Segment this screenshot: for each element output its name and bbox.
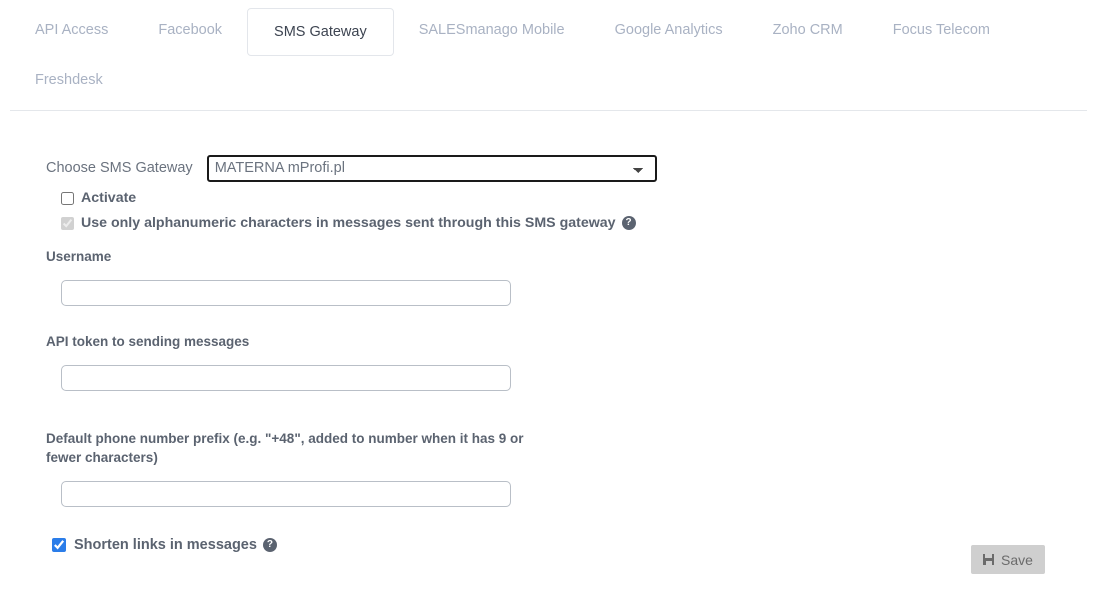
save-button-label: Save <box>1001 551 1033 568</box>
tab-google-analytics[interactable]: Google Analytics <box>590 8 748 52</box>
help-circle-icon[interactable]: ? <box>621 216 636 230</box>
tab-focus-telecom[interactable]: Focus Telecom <box>868 8 1015 52</box>
alphanumeric-checkbox[interactable] <box>61 216 74 230</box>
prefix-field-block: Default phone number prefix (e.g. "+48",… <box>46 429 1097 507</box>
settings-tab-bar: API Access Facebook SMS Gateway SALESman… <box>0 0 1097 104</box>
help-circle-icon[interactable]: ? <box>262 538 277 552</box>
gateway-select[interactable]: MATERNA mProfi.pl <box>206 154 657 182</box>
api-token-label: API token to sending messages <box>46 334 250 349</box>
shorten-links-row[interactable]: Shorten links in messages ? <box>52 537 1097 553</box>
tab-facebook[interactable]: Facebook <box>133 8 247 52</box>
gateway-select-label: Choose SMS Gateway <box>46 160 193 176</box>
activate-checkbox[interactable] <box>61 191 74 205</box>
sms-gateway-form: Choose SMS Gateway MATERNA mProfi.pl Act… <box>0 111 1097 553</box>
activate-label: Activate <box>81 190 137 206</box>
shorten-links-label: Shorten links in messages <box>74 537 257 553</box>
prefix-input[interactable] <box>61 481 511 507</box>
tab-api-access[interactable]: API Access <box>10 8 133 52</box>
save-button[interactable]: Save <box>971 545 1045 574</box>
alphanumeric-label: Use only alphanumeric characters in mess… <box>81 215 616 231</box>
tab-sms-gateway[interactable]: SMS Gateway <box>247 8 394 56</box>
prefix-label: Default phone number prefix (e.g. "+48",… <box>46 431 524 465</box>
tab-freshdesk[interactable]: Freshdesk <box>10 58 128 102</box>
floppy-disk-icon <box>983 554 995 565</box>
shorten-links-checkbox[interactable] <box>52 538 66 552</box>
gateway-select-row: Choose SMS Gateway MATERNA mProfi.pl <box>46 154 1097 182</box>
tab-zoho-crm[interactable]: Zoho CRM <box>748 8 868 52</box>
api-token-field-block: API token to sending messages <box>46 332 1097 391</box>
tab-salesmanago-mobile[interactable]: SALESmanago Mobile <box>394 8 590 52</box>
api-token-input[interactable] <box>61 365 511 391</box>
username-field-block: Username <box>46 247 1097 306</box>
username-input[interactable] <box>61 280 511 306</box>
username-label: Username <box>46 249 112 264</box>
alphanumeric-checkbox-row[interactable]: Use only alphanumeric characters in mess… <box>61 215 1097 231</box>
activate-checkbox-row[interactable]: Activate <box>61 190 1097 206</box>
